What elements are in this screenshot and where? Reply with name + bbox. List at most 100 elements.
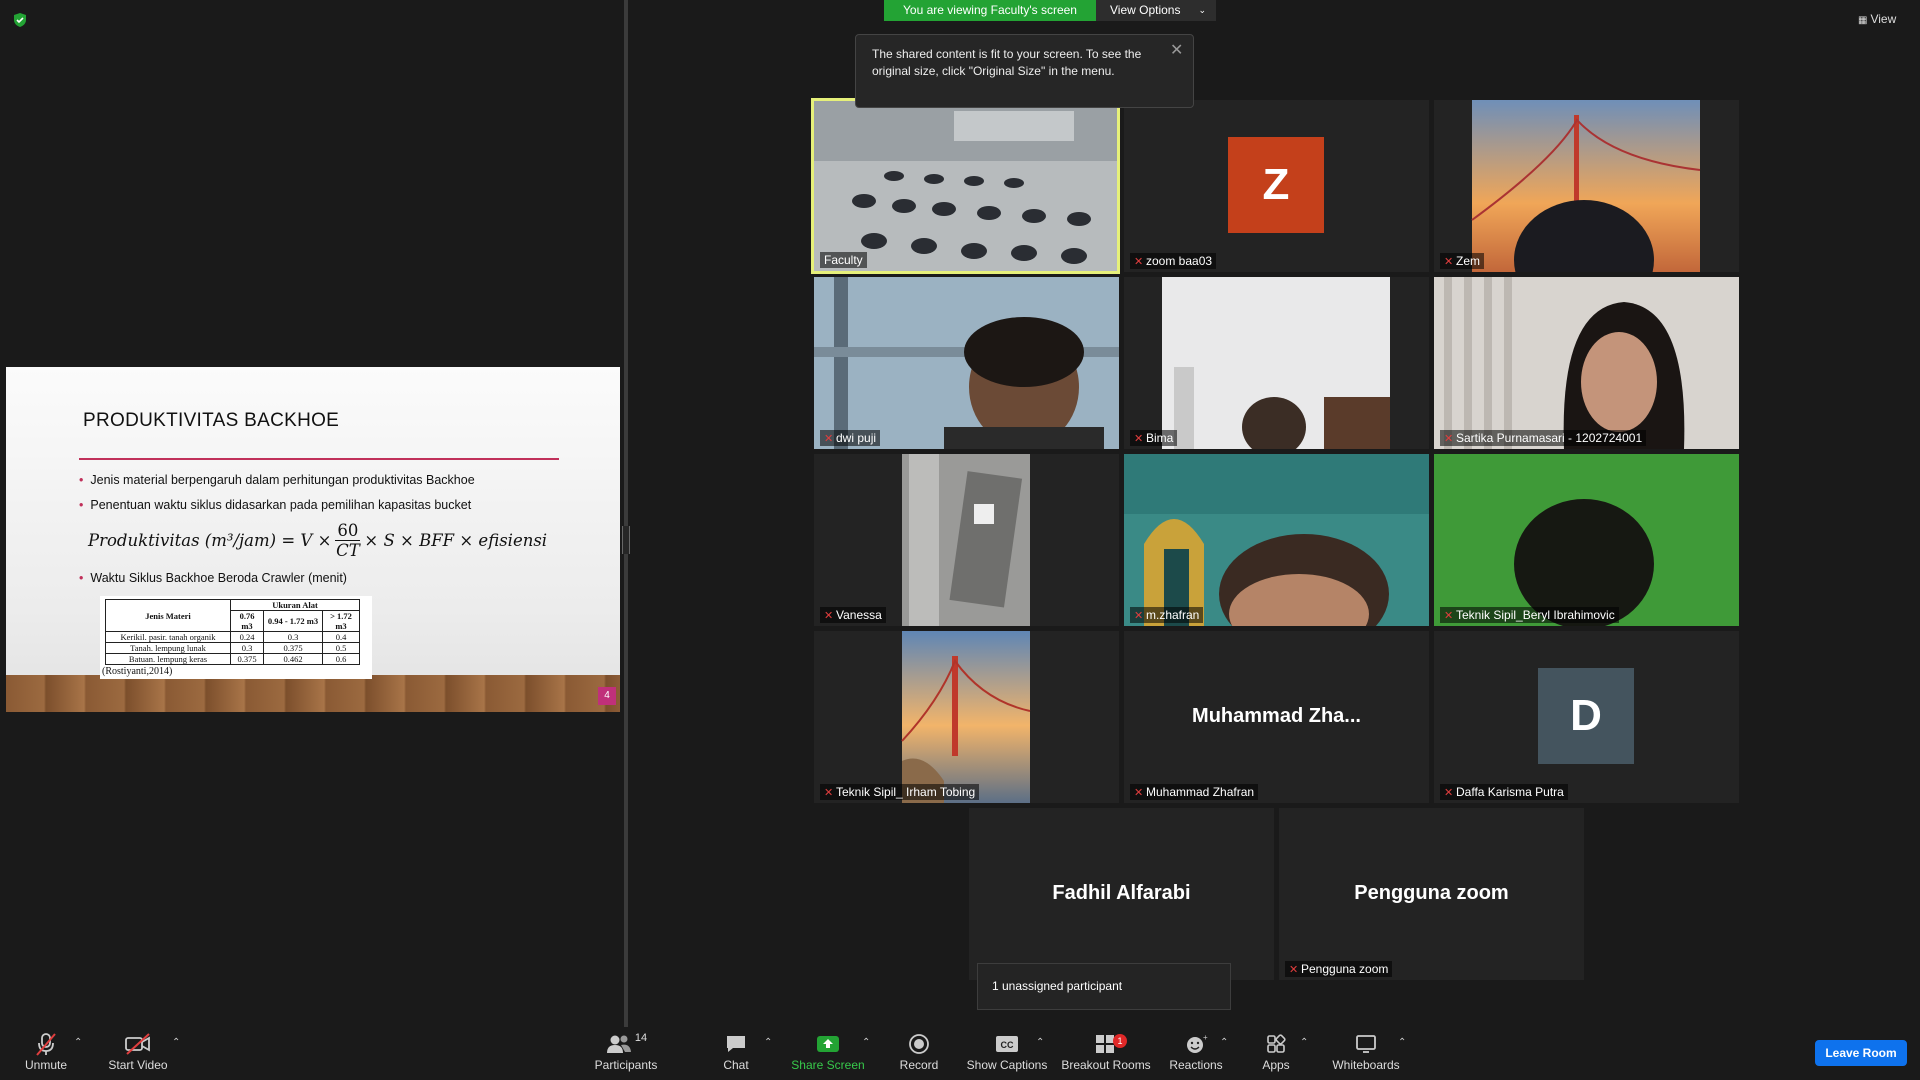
- table-cell: Kerikil. pasir. tanah organik: [105, 631, 231, 643]
- video-tile-m-zhafran[interactable]: ✕ m.zhafran: [1124, 454, 1429, 626]
- close-icon[interactable]: ✕: [1170, 40, 1183, 60]
- participants-icon: 14: [590, 1030, 662, 1058]
- share-screen-button[interactable]: Share Screen: [790, 1030, 866, 1072]
- video-tile-faculty[interactable]: Faculty: [811, 98, 1120, 274]
- muted-mic-icon: ✕: [1289, 964, 1299, 976]
- cycle-time-table: Jenis Materi Ukuran Alat 0.76 m3 0.94 - …: [100, 596, 372, 679]
- table-cell: Batuan. lempung keras: [105, 653, 231, 665]
- video-tile-muhammad-zhafran[interactable]: Muhammad Zha... ✕ Muhammad Zhafran: [1124, 631, 1429, 803]
- muted-mic-icon: ✕: [1444, 256, 1454, 268]
- participant-video: [1124, 454, 1429, 626]
- share-screen-icon: [790, 1030, 866, 1058]
- participant-display-name: Pengguna zoom: [1354, 882, 1509, 904]
- chat-button[interactable]: Chat: [718, 1030, 754, 1072]
- slide-bullet: Jenis material berpengaruh dalam perhitu…: [79, 473, 474, 487]
- divider-drag-handle[interactable]: [622, 526, 630, 554]
- apps-button[interactable]: Apps: [1256, 1030, 1296, 1072]
- table-cell: 0.4: [322, 631, 360, 643]
- participants-label: Participants: [594, 1058, 658, 1072]
- muted-mic-icon: ✕: [1134, 610, 1144, 622]
- slide-bullet: Penentuan waktu siklus didasarkan pada p…: [79, 498, 471, 512]
- slide-title: PRODUKTIVITAS BACKHOE: [83, 410, 340, 431]
- chevron-up-icon[interactable]: ⌃: [764, 1037, 772, 1048]
- participant-video: [1434, 100, 1739, 272]
- video-tile-zem[interactable]: ✕ Zem: [1434, 100, 1739, 272]
- share-screen-label: Share Screen: [791, 1058, 865, 1072]
- view-options-button[interactable]: View Options ⌄: [1096, 0, 1216, 21]
- reactions-label: Reactions: [1169, 1058, 1223, 1072]
- chevron-up-icon[interactable]: ⌃: [172, 1037, 180, 1048]
- video-tile-beryl[interactable]: ✕ Teknik Sipil_Beryl Ibrahimovic: [1434, 454, 1739, 626]
- participant-name: ✕ Zem: [1440, 253, 1484, 269]
- breakout-rooms-button[interactable]: Breakout Rooms: [1060, 1030, 1152, 1072]
- view-button[interactable]: ▦ View: [1858, 12, 1896, 26]
- participant-video: [1434, 454, 1739, 626]
- shield-icon[interactable]: [12, 12, 28, 28]
- video-tile-bima[interactable]: ✕ Bima: [1124, 277, 1429, 449]
- muted-mic-icon: ✕: [1134, 256, 1144, 268]
- chevron-up-icon[interactable]: ⌃: [1300, 1037, 1308, 1048]
- leave-room-button[interactable]: Leave Room: [1815, 1040, 1907, 1066]
- video-tile-sartika[interactable]: ✕ Sartika Purnamasari - 1202724001: [1434, 277, 1739, 449]
- fit-to-screen-tooltip: The shared content is fit to your screen…: [855, 34, 1194, 108]
- video-tile-zoom-baa03[interactable]: Z ✕ zoom baa03: [1124, 100, 1429, 272]
- participant-name: ✕ Bima: [1130, 430, 1178, 446]
- participant-name: ✕ Pengguna zoom: [1285, 961, 1393, 977]
- participant-video: [1124, 277, 1429, 449]
- breakout-rooms-icon: [1060, 1030, 1152, 1058]
- participant-name: ✕ zoom baa03: [1130, 253, 1217, 269]
- shared-slide: PRODUKTIVITAS BACKHOE Jenis material ber…: [6, 367, 620, 712]
- productivity-formula: Produktivitas (m³/jam) = V × 60 CT × S × …: [88, 521, 548, 560]
- grid-view-icon: ▦: [1858, 15, 1868, 26]
- record-button[interactable]: Record: [896, 1030, 942, 1072]
- unmute-button[interactable]: Unmute: [18, 1030, 74, 1072]
- video-tile-vanessa[interactable]: ✕ Vanessa: [814, 454, 1119, 626]
- slide-title-rule: [79, 458, 559, 460]
- table-row: Tanah. lempung lunak 0.3 0.375 0.5: [105, 642, 360, 654]
- chevron-up-icon[interactable]: ⌃: [1398, 1037, 1406, 1048]
- participant-name: ✕ dwi puji: [820, 430, 881, 446]
- video-off-icon: [106, 1030, 170, 1058]
- start-video-label: Start Video: [108, 1058, 168, 1072]
- unassigned-participant-popup[interactable]: 1 unassigned participant: [977, 963, 1231, 1010]
- unmute-label: Unmute: [24, 1058, 68, 1072]
- table-cell: 0.5: [322, 642, 360, 654]
- table-cell: 0.24: [230, 631, 264, 643]
- reactions-icon: +: [1168, 1030, 1224, 1058]
- participant-name: Faculty: [820, 252, 867, 268]
- participant-video: [1434, 277, 1739, 449]
- avatar: Z: [1228, 137, 1324, 233]
- reactions-button[interactable]: + Reactions: [1168, 1030, 1224, 1072]
- muted-mic-icon: ✕: [1444, 787, 1454, 799]
- table-cell: 0.375: [263, 642, 323, 654]
- video-tile-pengguna-zoom[interactable]: Pengguna zoom ✕ Pengguna zoom: [1279, 808, 1584, 980]
- table-header: 0.76 m3: [230, 610, 264, 632]
- record-label: Record: [899, 1058, 939, 1072]
- chevron-up-icon[interactable]: ⌃: [1220, 1037, 1228, 1048]
- apps-label: Apps: [1262, 1058, 1290, 1072]
- video-tile-dwi-puji[interactable]: ✕ dwi puji: [814, 277, 1119, 449]
- whiteboard-icon: [1330, 1030, 1402, 1058]
- show-captions-label: Show Captions: [966, 1058, 1048, 1072]
- chevron-up-icon[interactable]: ⌃: [74, 1037, 82, 1048]
- panel-divider[interactable]: [624, 0, 628, 1027]
- participants-count: 14: [634, 1032, 648, 1044]
- whiteboards-button[interactable]: Whiteboards: [1330, 1030, 1402, 1072]
- video-tile-daffa[interactable]: D ✕ Daffa Karisma Putra: [1434, 631, 1739, 803]
- participant-name: ✕ Teknik Sipil_ Irham Tobing: [820, 784, 980, 800]
- video-tile-fadhil[interactable]: Fadhil Alfarabi: [969, 808, 1274, 980]
- muted-microphone-icon: [18, 1030, 74, 1058]
- unassigned-label: 1 unassigned participant: [992, 979, 1123, 993]
- participants-button[interactable]: 14 Participants: [590, 1030, 662, 1072]
- slide-page-number: 4: [598, 687, 616, 705]
- breakout-rooms-label: Breakout Rooms: [1061, 1058, 1151, 1072]
- chevron-up-icon[interactable]: ⌃: [1036, 1037, 1044, 1048]
- participant-name: ✕ Muhammad Zhafran: [1130, 784, 1259, 800]
- chevron-up-icon[interactable]: ⌃: [862, 1037, 870, 1048]
- svg-text:+: +: [1203, 1033, 1208, 1042]
- apps-icon: [1256, 1030, 1296, 1058]
- participant-name: ✕ Sartika Purnamasari - 1202724001: [1440, 430, 1647, 446]
- start-video-button[interactable]: Start Video: [106, 1030, 170, 1072]
- video-tile-irham[interactable]: ✕ Teknik Sipil_ Irham Tobing: [814, 631, 1119, 803]
- viewing-screen-banner: You are viewing Faculty's screen: [884, 0, 1096, 21]
